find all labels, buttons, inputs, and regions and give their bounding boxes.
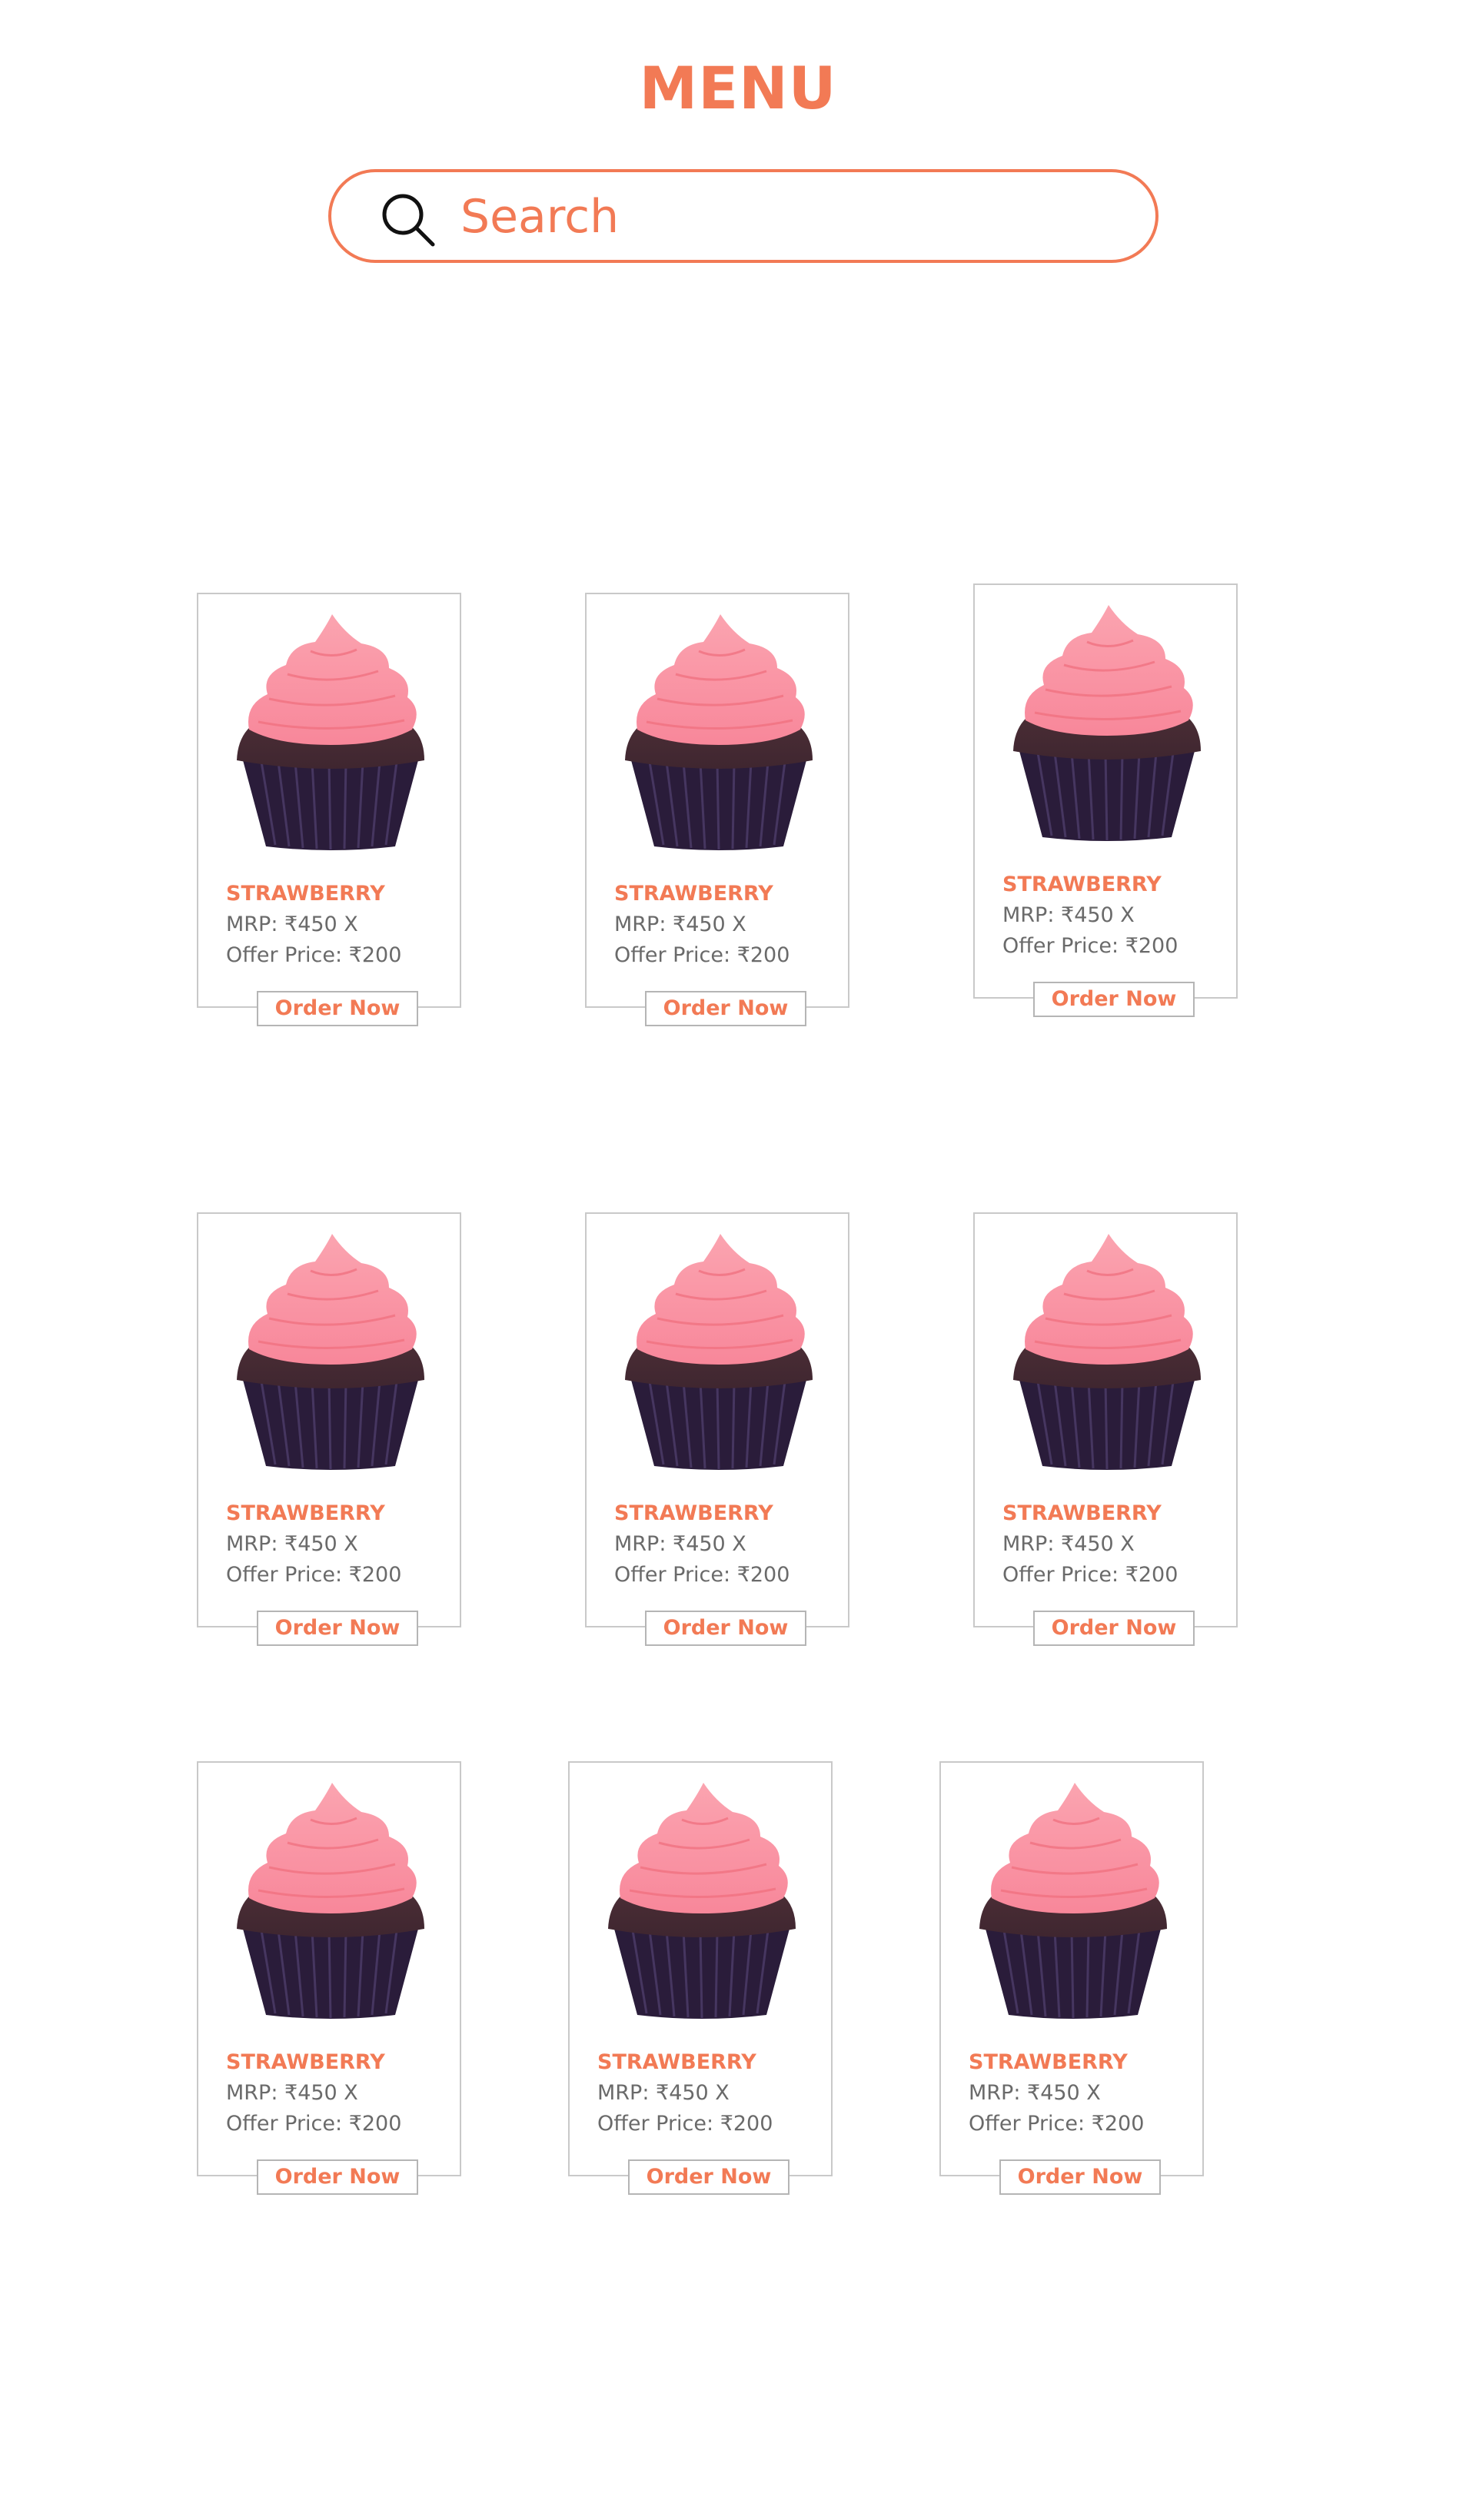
product-card: STRAWBERRY MRP: ₹450 X Offer Price: ₹200 bbox=[585, 1212, 849, 1627]
product-offer-price: Offer Price: ₹200 bbox=[597, 2112, 773, 2136]
order-now-button[interactable]: Order Now bbox=[628, 2159, 790, 2195]
product-mrp: MRP: ₹450 X bbox=[969, 2081, 1101, 2105]
product-card: STRAWBERRY MRP: ₹450 X Offer Price: ₹200 bbox=[568, 1761, 833, 2176]
cupcake-image bbox=[625, 614, 813, 850]
product-mrp: MRP: ₹450 X bbox=[614, 1532, 746, 1556]
product-offer-price: Offer Price: ₹200 bbox=[226, 1563, 402, 1587]
product-offer-price: Offer Price: ₹200 bbox=[614, 1563, 790, 1587]
order-now-button[interactable]: Order Now bbox=[645, 991, 806, 1026]
cupcake-image bbox=[237, 1783, 424, 2019]
order-now-button[interactable]: Order Now bbox=[257, 2159, 418, 2195]
order-now-button[interactable]: Order Now bbox=[645, 1611, 806, 1646]
product-name: STRAWBERRY bbox=[597, 2050, 756, 2074]
product-name: STRAWBERRY bbox=[226, 2050, 385, 2074]
product-name: STRAWBERRY bbox=[614, 882, 773, 906]
cupcake-image bbox=[979, 1783, 1167, 2019]
product-card: STRAWBERRY MRP: ₹450 X Offer Price: ₹200 bbox=[197, 1761, 461, 2176]
order-now-button[interactable]: Order Now bbox=[1033, 1611, 1195, 1646]
product-card: STRAWBERRY MRP: ₹450 X Offer Price: ₹200 bbox=[973, 1212, 1238, 1627]
order-now-button[interactable]: Order Now bbox=[999, 2159, 1161, 2195]
product-offer-price: Offer Price: ₹200 bbox=[226, 2112, 402, 2136]
order-now-button[interactable]: Order Now bbox=[257, 991, 418, 1026]
product-name: STRAWBERRY bbox=[1002, 873, 1162, 896]
product-mrp: MRP: ₹450 X bbox=[226, 2081, 358, 2105]
page-title: MENU bbox=[639, 54, 837, 122]
cupcake-image bbox=[1013, 605, 1201, 841]
product-mrp: MRP: ₹450 X bbox=[226, 1532, 358, 1556]
product-mrp: MRP: ₹450 X bbox=[1002, 1532, 1135, 1556]
product-mrp: MRP: ₹450 X bbox=[1002, 903, 1135, 927]
product-mrp: MRP: ₹450 X bbox=[597, 2081, 730, 2105]
search-input[interactable] bbox=[460, 186, 1122, 248]
cupcake-image bbox=[237, 614, 424, 850]
search-icon bbox=[382, 194, 435, 247]
product-offer-price: Offer Price: ₹200 bbox=[1002, 934, 1178, 958]
product-offer-price: Offer Price: ₹200 bbox=[226, 943, 402, 967]
product-name: STRAWBERRY bbox=[226, 1501, 385, 1525]
product-offer-price: Offer Price: ₹200 bbox=[1002, 1563, 1178, 1587]
product-name: STRAWBERRY bbox=[226, 882, 385, 906]
product-card: STRAWBERRY MRP: ₹450 X Offer Price: ₹200 bbox=[197, 593, 461, 1008]
product-card: STRAWBERRY MRP: ₹450 X Offer Price: ₹200 bbox=[197, 1212, 461, 1627]
product-name: STRAWBERRY bbox=[1002, 1501, 1162, 1525]
product-card: STRAWBERRY MRP: ₹450 X Offer Price: ₹200 bbox=[585, 593, 849, 1008]
cupcake-image bbox=[237, 1234, 424, 1470]
product-card: STRAWBERRY MRP: ₹450 X Offer Price: ₹200 bbox=[973, 583, 1238, 999]
product-offer-price: Offer Price: ₹200 bbox=[969, 2112, 1145, 2136]
product-mrp: MRP: ₹450 X bbox=[614, 913, 746, 936]
product-offer-price: Offer Price: ₹200 bbox=[614, 943, 790, 967]
product-mrp: MRP: ₹450 X bbox=[226, 913, 358, 936]
product-name: STRAWBERRY bbox=[614, 1501, 773, 1525]
order-now-button[interactable]: Order Now bbox=[257, 1611, 418, 1646]
cupcake-image bbox=[608, 1783, 796, 2019]
cupcake-image bbox=[625, 1234, 813, 1470]
product-name: STRAWBERRY bbox=[969, 2050, 1128, 2074]
order-now-button[interactable]: Order Now bbox=[1033, 982, 1195, 1017]
cupcake-image bbox=[1013, 1234, 1201, 1470]
search-bar[interactable] bbox=[328, 169, 1159, 263]
product-card: STRAWBERRY MRP: ₹450 X Offer Price: ₹200 bbox=[939, 1761, 1204, 2176]
